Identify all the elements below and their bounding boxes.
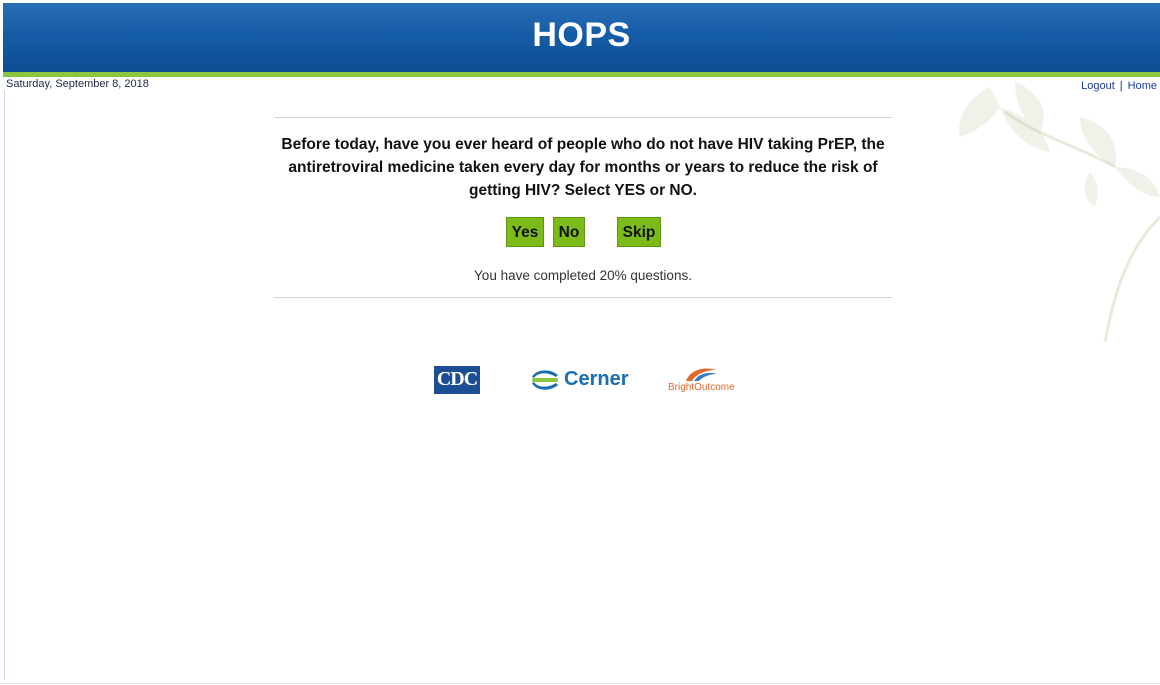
skip-button[interactable]: Skip	[617, 217, 661, 247]
progress-text: You have completed 20% questions.	[474, 268, 692, 283]
bottom-border	[0, 683, 1160, 684]
yes-button[interactable]: Yes	[506, 217, 544, 247]
brightoutcome-logo: BrightOutcome	[668, 366, 748, 394]
no-button[interactable]: No	[553, 217, 585, 247]
cerner-wordmark: Cerner	[564, 368, 629, 390]
cerner-logo: Cerner	[528, 366, 638, 394]
app-title: HOPS	[532, 16, 631, 54]
header-bar: HOPS	[3, 3, 1160, 72]
page: HOPS Saturday, September 8, 2018 Logout |…	[0, 0, 1160, 685]
cerner-mark-icon	[532, 370, 558, 390]
question-text: Before today, have you ever heard of peo…	[281, 136, 885, 199]
header-accent-stripe	[3, 72, 1160, 77]
current-date: Saturday, September 8, 2018	[6, 78, 149, 90]
top-nav-links: Logout | Home	[1081, 80, 1157, 92]
left-border	[4, 90, 5, 680]
logout-link[interactable]: Logout	[1081, 80, 1115, 92]
home-link[interactable]: Home	[1128, 80, 1157, 92]
question-top-divider	[274, 117, 892, 118]
brightoutcome-swoosh-icon	[686, 368, 717, 381]
question-bottom-divider	[274, 297, 892, 298]
nav-separator: |	[1119, 80, 1123, 92]
brightoutcome-wordmark: BrightOutcome	[668, 382, 735, 393]
cdc-logo: CDC	[434, 366, 480, 394]
leaf-background-art	[959, 82, 1160, 343]
